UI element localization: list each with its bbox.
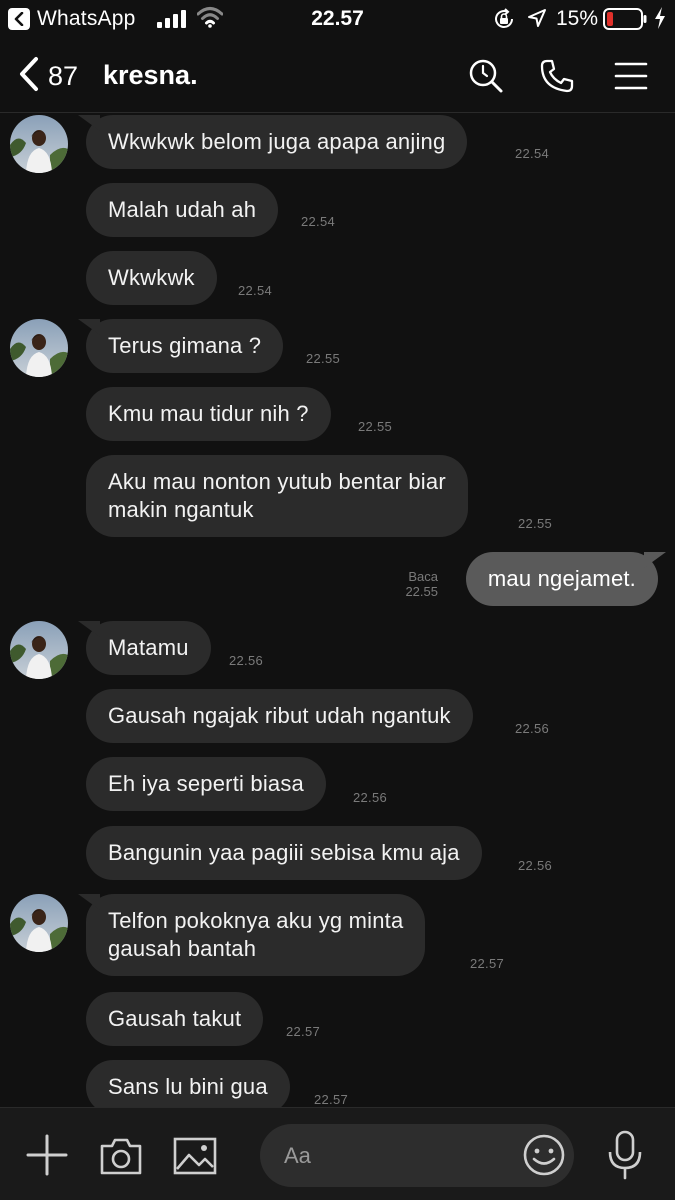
battery-icon [603, 8, 647, 36]
message-bubble[interactable]: Eh iya seperti biasa [86, 757, 326, 811]
plus-icon[interactable] [26, 1134, 68, 1181]
message-bubble[interactable]: Aku mau nonton yutub bentar biar makin n… [86, 455, 468, 537]
emoji-icon[interactable] [522, 1133, 566, 1182]
microphone-icon[interactable] [607, 1130, 643, 1185]
message-time: 22.55 [405, 584, 438, 599]
call-icon[interactable] [539, 58, 575, 99]
message-bubble[interactable]: Kmu mau tidur nih ? [86, 387, 331, 441]
message-bubble[interactable]: Malah udah ah [86, 183, 279, 237]
message-time: 22.55 [306, 351, 341, 366]
message-bubble[interactable]: Wkwkwk [86, 251, 217, 305]
message-time: 22.56 [229, 653, 264, 668]
message-time: 22.57 [286, 1024, 321, 1039]
contact-avatar[interactable] [10, 621, 68, 679]
charging-icon [654, 7, 666, 35]
message-time: 22.54 [301, 214, 336, 229]
contact-avatar[interactable] [10, 115, 68, 173]
message-time: 22.54 [515, 146, 550, 161]
read-status: Baca [408, 569, 438, 584]
message-bubble[interactable]: Terus gimana ? [86, 319, 284, 373]
contact-avatar[interactable] [10, 319, 68, 377]
contact-name[interactable]: kresna. [103, 60, 198, 91]
location-icon [527, 8, 547, 34]
back-chevron-icon [18, 56, 40, 97]
message-list[interactable]: Wkwkwk belom juga apapa anjing 22.54 Mal… [0, 112, 675, 1108]
back-button[interactable]: 87 [18, 56, 78, 97]
battery-percent: 15% [556, 7, 599, 30]
message-time: 22.54 [238, 283, 273, 298]
orientation-lock-icon [493, 8, 515, 36]
message-time: 22.57 [314, 1092, 349, 1107]
message-time: 22.56 [353, 790, 388, 805]
message-time: 22.57 [470, 956, 505, 971]
chat-screen: WhatsApp 22.57 15% 87 kresna. Wkwkwk bel… [0, 0, 675, 1200]
menu-icon[interactable] [613, 58, 649, 99]
status-bar: WhatsApp 22.57 15% [0, 0, 675, 38]
message-bubble[interactable]: Wkwkwk belom juga apapa anjing [86, 115, 468, 169]
message-bubble[interactable]: Gausah ngajak ribut udah ngantuk [86, 689, 473, 743]
message-time: 22.56 [518, 858, 553, 873]
message-bubble[interactable]: Telfon pokoknya aku yg minta gausah bant… [86, 894, 426, 976]
sent-message-bubble[interactable]: mau ngejamet. [465, 552, 658, 606]
read-receipt: Baca 22.55 [405, 569, 438, 599]
composer-bar [0, 1107, 675, 1200]
message-bubble[interactable]: Gausah takut [86, 992, 264, 1046]
message-bubble[interactable]: Bangunin yaa pagiii sebisa kmu aja [86, 826, 482, 880]
message-time: 22.55 [518, 516, 553, 531]
message-bubble[interactable]: Sans lu bini gua [86, 1060, 290, 1108]
image-icon[interactable] [173, 1136, 217, 1181]
chat-header: 87 kresna. [0, 38, 675, 113]
message-time: 22.55 [358, 419, 393, 434]
message-time: 22.56 [515, 721, 550, 736]
camera-icon[interactable] [99, 1136, 143, 1181]
search-icon[interactable] [468, 58, 504, 99]
message-bubble[interactable]: Matamu [86, 621, 211, 675]
contact-avatar[interactable] [10, 894, 68, 952]
unread-count: 87 [48, 61, 79, 91]
